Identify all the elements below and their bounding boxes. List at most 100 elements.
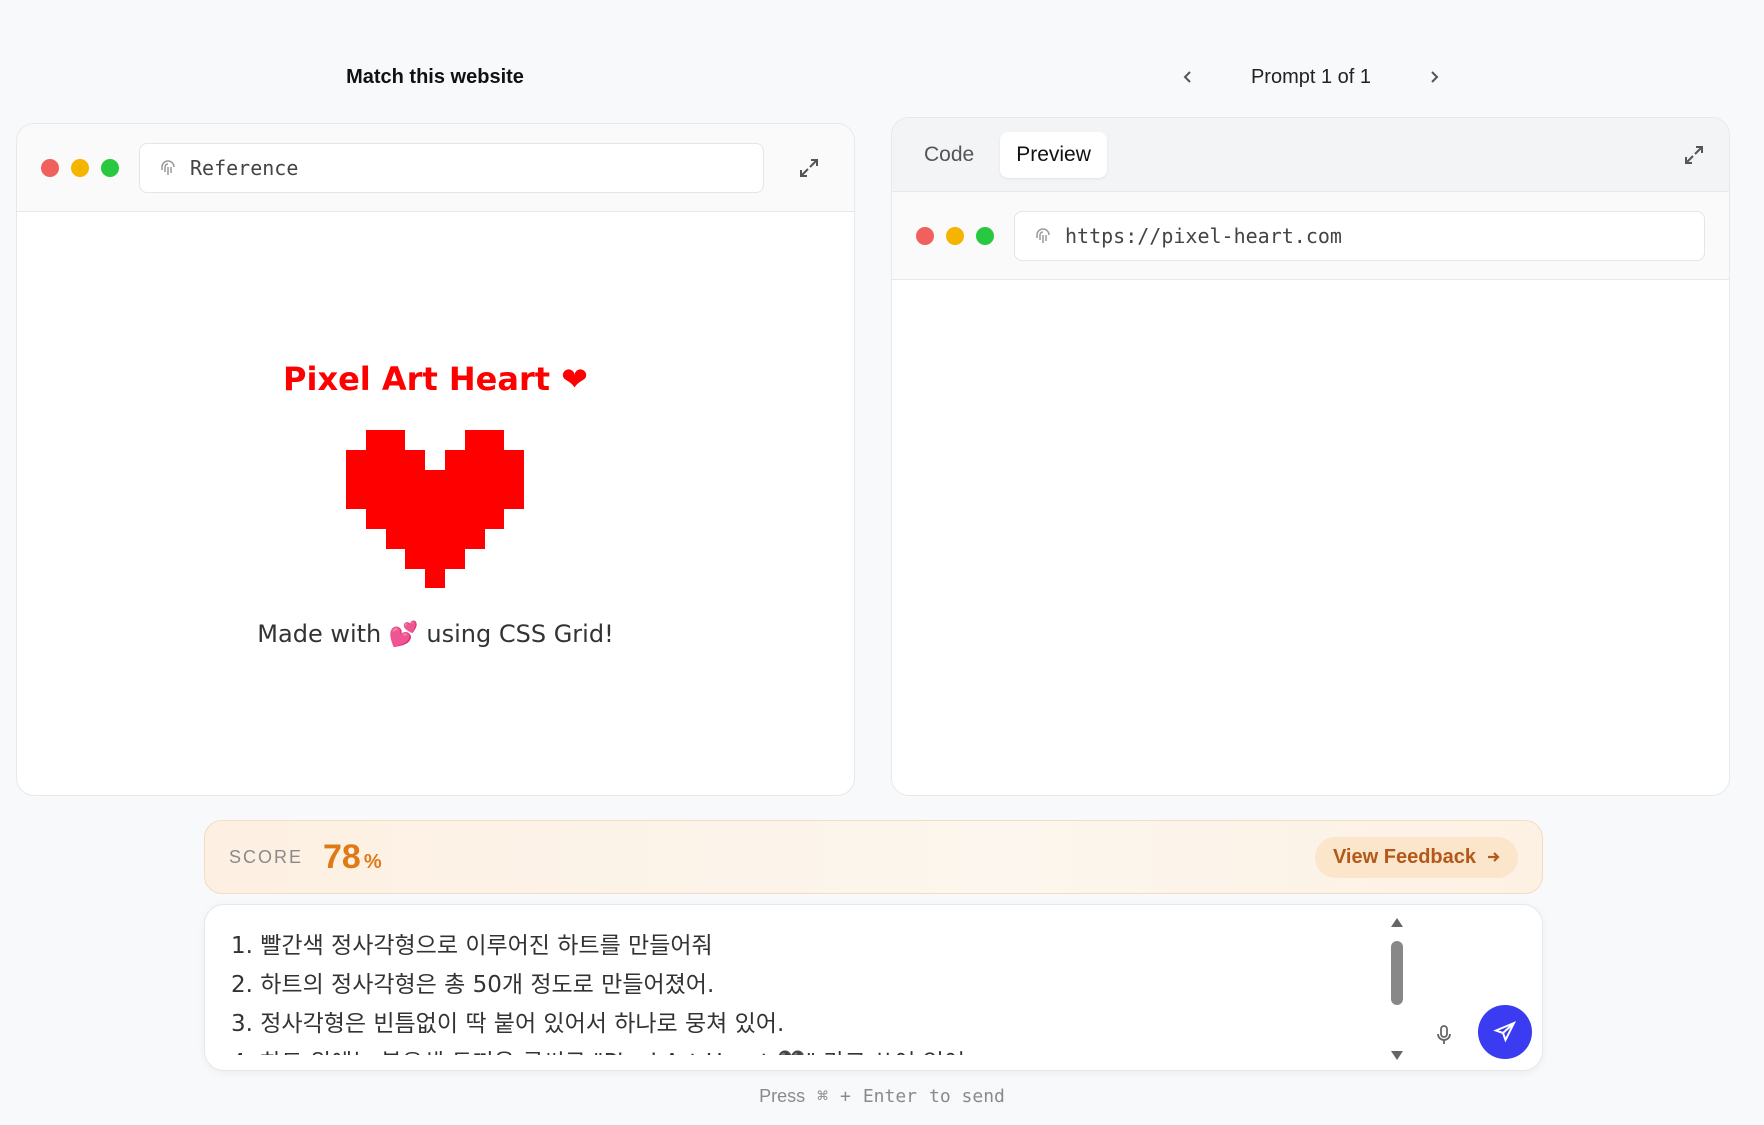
view-feedback-label: View Feedback bbox=[1332, 845, 1476, 868]
scroll-thumb[interactable] bbox=[1391, 941, 1403, 1005]
expand-preview-button[interactable] bbox=[1679, 140, 1709, 170]
heart-pixel bbox=[504, 469, 525, 490]
reference-url-label: Reference bbox=[190, 155, 299, 180]
arrow-right-icon bbox=[1488, 852, 1500, 862]
send-button[interactable] bbox=[1478, 1005, 1532, 1059]
preview-browser-bar: https://pixel-heart.com bbox=[892, 192, 1729, 280]
empty-pixel bbox=[465, 569, 485, 589]
next-prompt-button[interactable] bbox=[1421, 64, 1447, 90]
prompt-pager: Prompt 1 of 1 bbox=[892, 62, 1730, 92]
heart-pixel bbox=[484, 509, 505, 529]
heart-pixel bbox=[444, 528, 465, 549]
empty-pixel bbox=[485, 569, 505, 589]
empty-pixel bbox=[445, 569, 465, 589]
heart-pixel bbox=[464, 489, 485, 510]
hint-press: Press bbox=[759, 1086, 806, 1106]
window-controls bbox=[41, 158, 119, 177]
preview-panel: Code Preview https://pixel-heart.com bbox=[891, 117, 1730, 796]
empty-pixel bbox=[425, 430, 445, 450]
prev-prompt-button[interactable] bbox=[1175, 64, 1201, 90]
scroll-up-arrow[interactable] bbox=[1391, 918, 1403, 927]
heart-pixel bbox=[425, 489, 445, 510]
heart-pixel bbox=[385, 489, 406, 510]
hint-enter: Enter bbox=[862, 1086, 918, 1107]
heart-pixel bbox=[346, 449, 366, 470]
tab-preview[interactable]: Preview bbox=[1000, 131, 1107, 178]
heart-pixel bbox=[346, 489, 366, 510]
heart-pixel bbox=[365, 449, 386, 470]
maximize-dot bbox=[101, 158, 119, 177]
heart-pixel bbox=[385, 430, 406, 450]
empty-pixel bbox=[346, 529, 366, 549]
empty-pixel bbox=[366, 549, 386, 569]
empty-pixel bbox=[366, 569, 386, 589]
prompt-line: 1. 빨간색 정사각형으로 이루어진 하트를 만들어줘 bbox=[231, 933, 713, 959]
heart-pixel bbox=[425, 509, 445, 529]
heart-pixel bbox=[444, 548, 465, 569]
expand-reference-button[interactable] bbox=[794, 153, 824, 183]
prompt-line: 4. 하트 위에는 붉은색 두꺼운 글씨로 "Pixel Art Heart 🖤… bbox=[231, 1044, 1381, 1055]
score-label: SCORE bbox=[229, 846, 304, 867]
empty-pixel bbox=[504, 549, 524, 569]
send-icon bbox=[1493, 1021, 1517, 1043]
heart-pixel bbox=[444, 449, 465, 470]
microphone-button[interactable] bbox=[1429, 1020, 1459, 1050]
heart-pixel bbox=[425, 469, 445, 490]
minimize-dot bbox=[946, 226, 964, 245]
heart-pixel bbox=[464, 509, 485, 529]
heart-pixel bbox=[425, 528, 445, 549]
reference-url-box: Reference bbox=[139, 142, 764, 193]
microphone-icon bbox=[1437, 1025, 1451, 1044]
view-feedback-button[interactable]: View Feedback bbox=[1314, 836, 1518, 878]
prompt-scrollbar[interactable] bbox=[1388, 913, 1406, 1065]
heart-pixel bbox=[405, 489, 426, 510]
heart-pixel bbox=[405, 469, 426, 490]
heart-pixel bbox=[504, 489, 525, 510]
empty-pixel bbox=[346, 509, 366, 529]
heart-pixel bbox=[464, 528, 485, 549]
heart-pixel bbox=[464, 449, 485, 470]
scroll-down-arrow[interactable] bbox=[1391, 1051, 1403, 1060]
heart-pixel bbox=[385, 449, 406, 470]
preview-tabs-bar: Code Preview bbox=[892, 118, 1729, 192]
heart-pixel bbox=[405, 449, 426, 470]
preview-url-box: https://pixel-heart.com bbox=[1014, 210, 1705, 261]
hint-to-send: to send bbox=[929, 1086, 1005, 1107]
empty-pixel bbox=[485, 549, 505, 569]
preview-viewport bbox=[892, 280, 1729, 795]
reference-browser-bar: Reference bbox=[17, 124, 854, 212]
score-value: 78 bbox=[323, 837, 361, 876]
command-key-icon: ⌘ bbox=[817, 1086, 828, 1107]
heart-pixel bbox=[385, 469, 406, 490]
heart-pixel bbox=[444, 509, 465, 529]
heart-pixel bbox=[425, 548, 445, 569]
chevron-left-icon bbox=[1183, 71, 1191, 83]
page-title: Match this website bbox=[346, 66, 524, 88]
empty-pixel bbox=[346, 430, 366, 450]
prompt-line: 3. 정사각형은 빈틈없이 딱 붙어 있어서 하나로 뭉쳐 있어. bbox=[231, 1011, 785, 1037]
empty-pixel bbox=[425, 450, 445, 470]
empty-pixel bbox=[346, 549, 366, 569]
prompt-input[interactable]: 1. 빨간색 정사각형으로 이루어진 하트를 만들어줘 2. 하트의 정사각형은… bbox=[204, 904, 1543, 1071]
heart-pixel bbox=[464, 469, 485, 490]
expand-icon bbox=[800, 158, 818, 177]
empty-pixel bbox=[504, 569, 524, 589]
close-dot bbox=[41, 158, 59, 177]
heart-pixel bbox=[444, 469, 465, 490]
heart-pixel bbox=[484, 489, 505, 510]
empty-pixel bbox=[445, 430, 465, 450]
heart-pixel bbox=[385, 509, 406, 529]
heart-pixel bbox=[385, 528, 406, 549]
tab-code[interactable]: Code bbox=[908, 132, 990, 178]
empty-pixel bbox=[366, 529, 386, 549]
prompt-line: 2. 하트의 정사각형은 총 50개 정도로 만들어졌어. bbox=[231, 972, 715, 998]
heart-pixel bbox=[504, 449, 525, 470]
hint-plus: + bbox=[839, 1086, 851, 1107]
heart-pixel bbox=[405, 509, 426, 529]
fingerprint-icon bbox=[161, 159, 175, 175]
empty-pixel bbox=[405, 430, 425, 450]
window-controls bbox=[916, 226, 994, 245]
prompt-textarea[interactable]: 1. 빨간색 정사각형으로 이루어진 하트를 만들어줘 2. 하트의 정사각형은… bbox=[231, 927, 1381, 1055]
heart-pixel bbox=[365, 489, 386, 510]
empty-pixel bbox=[405, 569, 425, 589]
